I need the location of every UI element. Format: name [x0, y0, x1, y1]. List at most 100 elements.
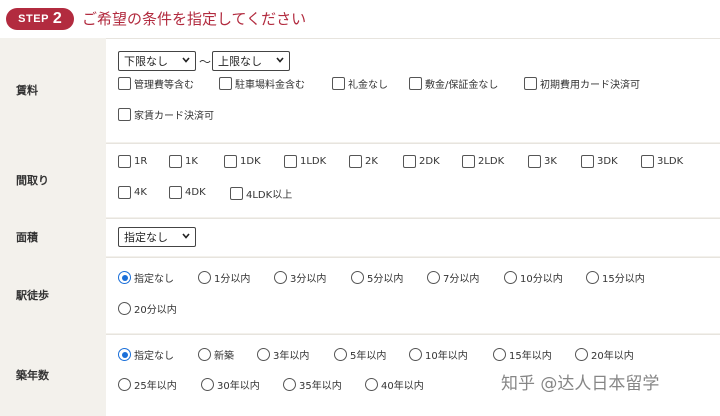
walk-content: 指定なし 1分以内 3分以内 5分以内 7分以内 10分以内 15分以内 20分… — [106, 257, 720, 333]
checkbox[interactable] — [403, 155, 416, 168]
area-content: 指定なし — [106, 218, 720, 256]
age-option[interactable]: 25年以内 — [118, 377, 177, 392]
checkbox[interactable] — [219, 77, 232, 90]
rent-option[interactable]: 家賃カード決済可 — [118, 107, 214, 122]
checkbox[interactable] — [118, 155, 131, 168]
layout-option[interactable]: 3K — [528, 155, 557, 168]
walk-option[interactable]: 20分以内 — [118, 301, 177, 316]
checkbox[interactable] — [224, 155, 237, 168]
checkbox[interactable] — [230, 187, 243, 200]
checkbox[interactable] — [118, 186, 131, 199]
age-option[interactable]: 3年以内 — [257, 347, 309, 362]
layout-option[interactable]: 4DK — [169, 186, 206, 199]
checkbox[interactable] — [524, 77, 537, 90]
age-option[interactable]: 5年以内 — [334, 347, 386, 362]
area-select[interactable]: 指定なし — [118, 227, 196, 247]
radio-button[interactable] — [118, 271, 131, 284]
radio-button[interactable] — [118, 348, 131, 361]
radio-button[interactable] — [198, 348, 211, 361]
step-badge-number: 2 — [52, 10, 62, 27]
layout-option[interactable]: 1R — [118, 155, 147, 168]
radio-button[interactable] — [198, 271, 211, 284]
layout-option[interactable]: 1LDK — [284, 155, 326, 168]
radio-button[interactable] — [334, 348, 347, 361]
layout-option[interactable]: 2DK — [403, 155, 440, 168]
walk-option[interactable]: 指定なし — [118, 270, 174, 285]
layout-option[interactable]: 3LDK — [641, 155, 683, 168]
layout-label: 間取り — [16, 174, 49, 187]
age-option[interactable]: 35年以内 — [283, 377, 342, 392]
checkbox[interactable] — [641, 155, 654, 168]
age-option[interactable]: 10年以内 — [409, 347, 468, 362]
checkbox[interactable] — [528, 155, 541, 168]
radio-button[interactable] — [365, 378, 378, 391]
rent-option[interactable]: 駐車場料金含む — [219, 76, 305, 91]
radio-button[interactable] — [586, 271, 599, 284]
age-option[interactable]: 15年以内 — [493, 347, 552, 362]
radio-button[interactable] — [351, 271, 364, 284]
checkbox[interactable] — [409, 77, 422, 90]
radio-button[interactable] — [118, 378, 131, 391]
radio-button[interactable] — [274, 271, 287, 284]
checkbox[interactable] — [349, 155, 362, 168]
walk-option[interactable]: 7分以内 — [427, 270, 479, 285]
rent-label: 賃料 — [16, 84, 38, 97]
checkbox[interactable] — [284, 155, 297, 168]
walk-option[interactable]: 5分以内 — [351, 270, 403, 285]
radio-button[interactable] — [118, 302, 131, 315]
layout-option[interactable]: 1K — [169, 155, 198, 168]
walk-label: 駅徒歩 — [16, 289, 49, 302]
radio-button[interactable] — [575, 348, 588, 361]
age-option[interactable]: 新築 — [198, 347, 234, 362]
walk-option[interactable]: 15分以内 — [586, 270, 645, 285]
radio-button[interactable] — [201, 378, 214, 391]
checkbox[interactable] — [169, 186, 182, 199]
layout-option[interactable]: 4K — [118, 186, 147, 199]
checkbox[interactable] — [581, 155, 594, 168]
checkbox[interactable] — [332, 77, 345, 90]
rent-option[interactable]: 初期費用カード決済可 — [524, 76, 640, 91]
rent-option[interactable]: 管理費等含む — [118, 76, 194, 91]
chevron-down-icon — [182, 57, 190, 63]
layout-option[interactable]: 2K — [349, 155, 378, 168]
step-badge: STEP 2 — [6, 8, 74, 30]
layout-content: 1R 1K 1DK 1LDK 2K 2DK 2LDK 3K 3DK 3LDK 4… — [106, 143, 720, 217]
walk-row: 駅徒歩 指定なし 1分以内 3分以内 5分以内 7分以内 10分以内 15分以内… — [0, 257, 720, 333]
layout-option[interactable]: 1DK — [224, 155, 261, 168]
age-option[interactable]: 40年以内 — [365, 377, 424, 392]
rent-option[interactable]: 礼金なし — [332, 76, 388, 91]
age-label: 築年数 — [16, 369, 49, 382]
walk-option[interactable]: 10分以内 — [504, 270, 563, 285]
area-row: 面積 指定なし — [0, 218, 720, 256]
step-title: ご希望の条件を指定してください — [82, 10, 307, 28]
radio-button[interactable] — [257, 348, 270, 361]
age-option[interactable]: 30年以内 — [201, 377, 260, 392]
checkbox[interactable] — [118, 77, 131, 90]
walk-option[interactable]: 1分以内 — [198, 270, 250, 285]
checkbox[interactable] — [169, 155, 182, 168]
radio-button[interactable] — [283, 378, 296, 391]
walk-option[interactable]: 3分以内 — [274, 270, 326, 285]
rent-option[interactable]: 敷金/保証金なし — [409, 76, 498, 91]
age-option[interactable]: 20年以内 — [575, 347, 634, 362]
chevron-down-icon — [276, 57, 284, 63]
watermark: 知乎 @达人日本留学 — [501, 374, 660, 394]
step-header: STEP 2 ご希望の条件を指定してください — [0, 0, 720, 38]
age-option[interactable]: 指定なし — [118, 347, 174, 362]
radio-button[interactable] — [493, 348, 506, 361]
radio-button[interactable] — [409, 348, 422, 361]
radio-button[interactable] — [504, 271, 517, 284]
layout-option[interactable]: 2LDK — [462, 155, 504, 168]
range-tilde: ～ — [199, 55, 212, 69]
rent-upper-select[interactable]: 上限なし — [212, 51, 290, 71]
area-label: 面積 — [16, 231, 38, 244]
checkbox[interactable] — [118, 108, 131, 121]
checkbox[interactable] — [462, 155, 475, 168]
radio-button[interactable] — [427, 271, 440, 284]
rent-lower-select[interactable]: 下限なし — [118, 51, 196, 71]
layout-option[interactable]: 4LDK以上 — [230, 186, 292, 201]
chevron-down-icon — [182, 233, 190, 239]
rent-row: 賃料 下限なし ～ 上限なし 管理費等含む 駐車場料金含む 礼金なし 敷金/保証… — [0, 38, 720, 142]
layout-option[interactable]: 3DK — [581, 155, 618, 168]
rent-content: 下限なし ～ 上限なし 管理費等含む 駐車場料金含む 礼金なし 敷金/保証金なし… — [106, 38, 720, 142]
